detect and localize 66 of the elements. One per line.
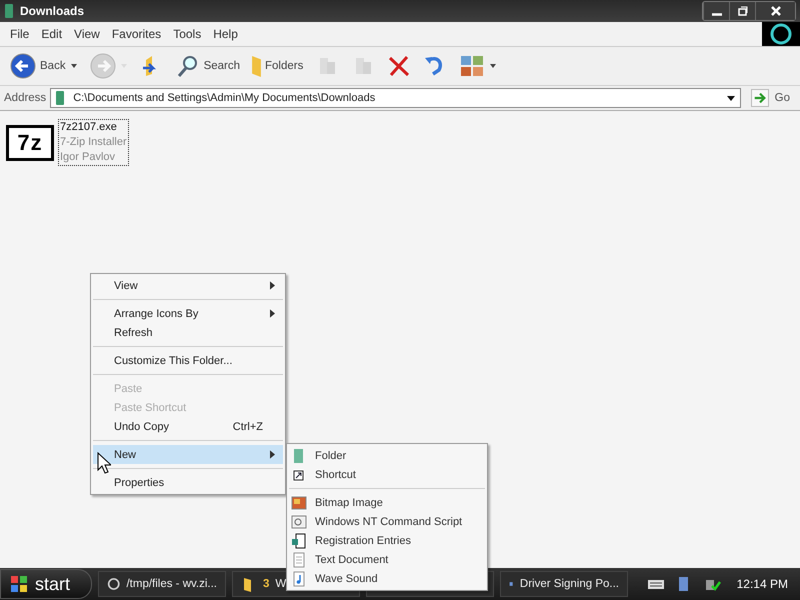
menu-item[interactable]: New	[93, 445, 283, 464]
menu-item[interactable]: View	[68, 27, 106, 41]
ring-logo	[762, 22, 800, 46]
registry-icon	[291, 532, 307, 548]
back-button[interactable]: Back	[6, 51, 82, 81]
menu-item-label: Bitmap Image	[315, 496, 383, 508]
menu-item[interactable]: Edit	[35, 27, 68, 41]
close-button[interactable]	[755, 2, 795, 20]
search-icon	[176, 54, 200, 78]
file-item[interactable]: 7z2107.exe 7-Zip Installer Igor Pavlov	[58, 119, 129, 166]
taskbar-button[interactable]: /tmp/files - wv.zi...	[98, 571, 226, 597]
folders-button[interactable]: Folders	[248, 54, 308, 78]
folder-icon	[4, 3, 14, 19]
menu-item-label: Windows NT Command Script	[315, 516, 462, 528]
menu-item[interactable]: Shortcut	[287, 465, 487, 484]
file-type: 7-Zip Installer	[60, 135, 127, 150]
menu-item[interactable]: Bitmap Image	[287, 493, 487, 512]
text-document-icon	[291, 552, 307, 568]
menu-item[interactable]: Undo Copy Ctrl+Z	[93, 417, 283, 436]
menu-item[interactable]: Folder	[287, 446, 487, 465]
taskbar-button[interactable]: Driver Signing Po...	[500, 571, 628, 597]
menu-item-label: Shortcut	[315, 468, 356, 480]
menu-item[interactable]: Help	[207, 27, 244, 41]
file-name: 7z2107.exe	[60, 120, 118, 135]
views-icon	[459, 54, 486, 78]
close-icon	[770, 5, 782, 17]
menu-item[interactable]: Favorites	[106, 27, 168, 41]
app-logo: 7z	[6, 125, 54, 161]
menu-item[interactable]: Windows NT Command Script	[287, 512, 487, 531]
restore-button[interactable]	[729, 2, 755, 20]
search-button[interactable]: Search	[172, 52, 244, 80]
menu-item[interactable]: Refresh	[93, 323, 283, 342]
folder-icon	[55, 90, 66, 106]
menu-item[interactable]: Properties	[93, 473, 283, 492]
menu-item[interactable]: Arrange Icons By	[93, 304, 283, 323]
minimize-button[interactable]	[703, 2, 729, 20]
mouse-cursor-icon	[97, 452, 111, 474]
music-note-icon	[291, 570, 307, 586]
clock: 12:14 PM	[736, 577, 788, 591]
menu-item-label: Text Document	[315, 554, 388, 566]
folder-icon	[252, 56, 262, 76]
globe-icon	[107, 576, 120, 592]
menu-item[interactable]: Text Document	[287, 550, 487, 569]
go-button[interactable]: Go	[744, 88, 796, 108]
window-title: Downloads	[20, 4, 84, 18]
menu-item[interactable]: Registration Entries	[287, 531, 487, 550]
start-button[interactable]: start	[0, 569, 92, 599]
address-field[interactable]: C:\Documents and Settings\Admin\My Documents\Downloads	[50, 88, 741, 108]
menu-item[interactable]: File	[4, 27, 36, 41]
menu-item-label: Folder	[315, 450, 346, 462]
file-company: Igor Pavlov	[60, 150, 116, 165]
keyboard-icon[interactable]	[646, 577, 665, 591]
image-icon	[291, 494, 307, 510]
windows-flag-icon	[9, 574, 29, 594]
caret-icon	[489, 63, 498, 69]
menu-item[interactable]: View	[93, 276, 283, 295]
script-icon	[291, 514, 307, 530]
delete-icon	[387, 54, 412, 78]
menu-item[interactable]: Tools	[167, 27, 208, 41]
menu-item-label: Registration Entries	[315, 534, 411, 546]
restore-icon	[736, 5, 748, 17]
minimize-icon	[712, 12, 722, 16]
menu-item[interactable]: Customize This Folder...	[93, 351, 283, 370]
caret-icon	[70, 63, 78, 69]
address-label: Address	[4, 92, 46, 104]
dropdown-arrow-icon[interactable]	[726, 94, 736, 102]
